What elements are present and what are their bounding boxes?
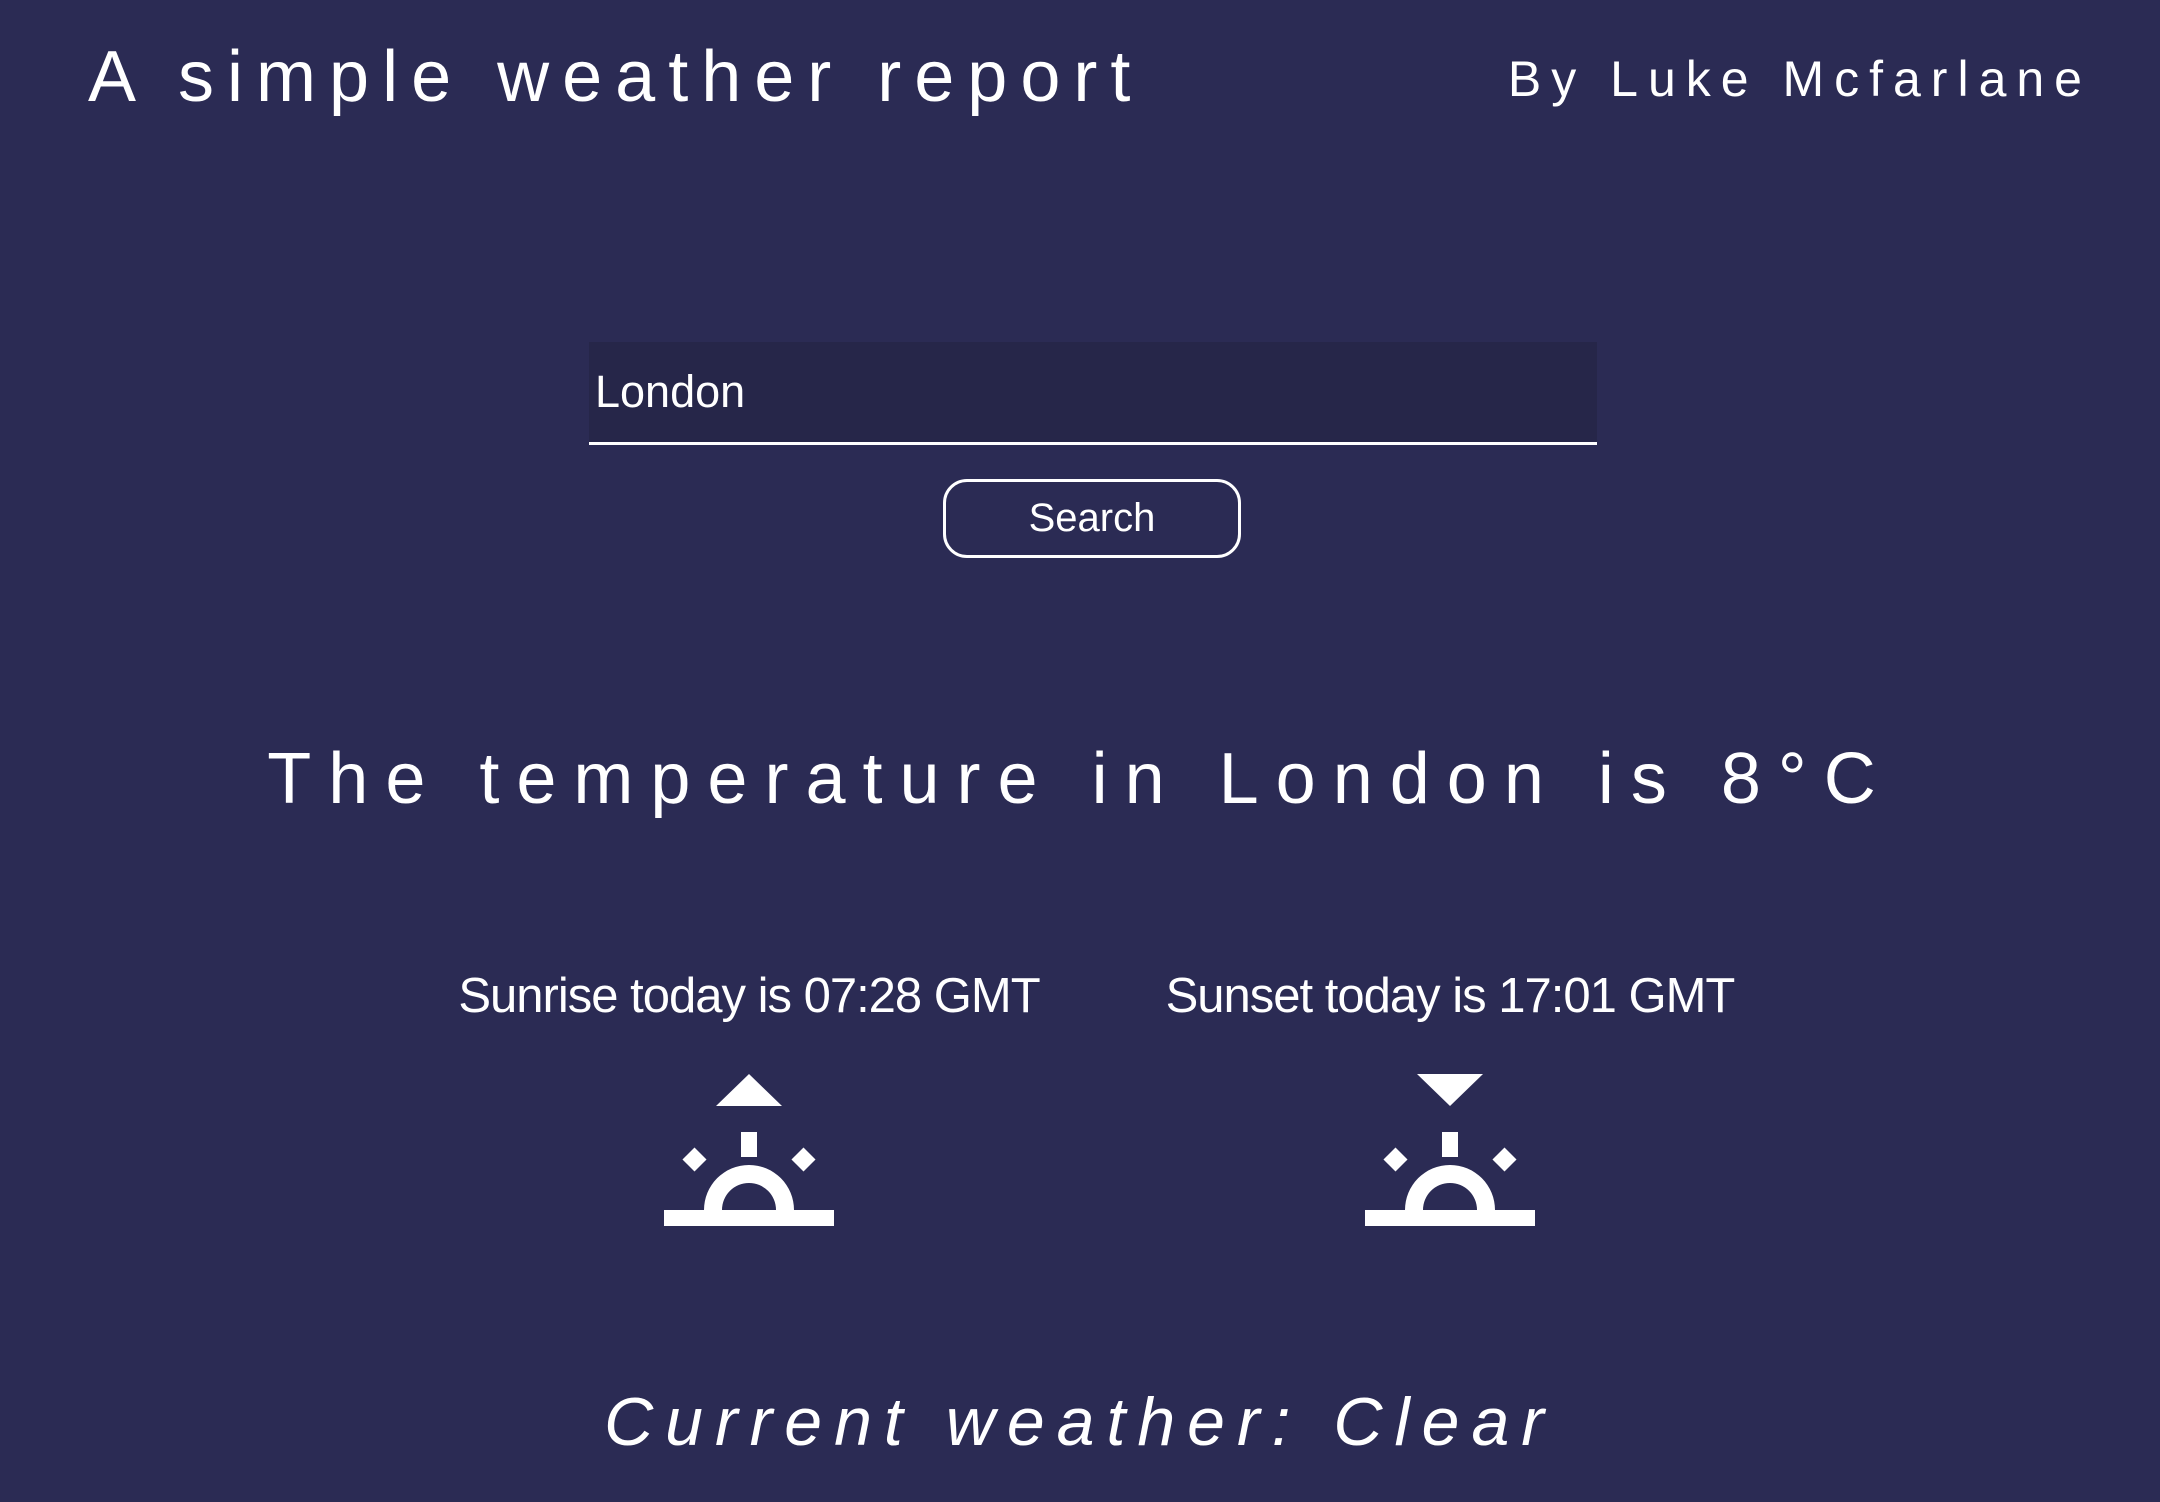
author-credit: By Luke Mcfarlane [1507, 51, 2092, 107]
app-title: A simple weather report [88, 37, 1144, 117]
sunset-panel: Sunset today is 17:01 GMT [1100, 969, 1800, 1226]
sunrise-icon [664, 1074, 834, 1226]
sunrise-panel: Sunrise today is 07:28 GMT [399, 969, 1099, 1226]
sunrise-label: Sunrise today is 07:28 GMT [458, 969, 1040, 1023]
search-button[interactable]: Search [943, 479, 1241, 558]
temperature-heading: The temperature in London is 8°C [267, 739, 1893, 819]
current-weather: Current weather: Clear [604, 1384, 1556, 1460]
search-input[interactable] [589, 342, 1597, 445]
sunset-label: Sunset today is 17:01 GMT [1165, 969, 1736, 1023]
sunset-icon [1365, 1074, 1535, 1226]
